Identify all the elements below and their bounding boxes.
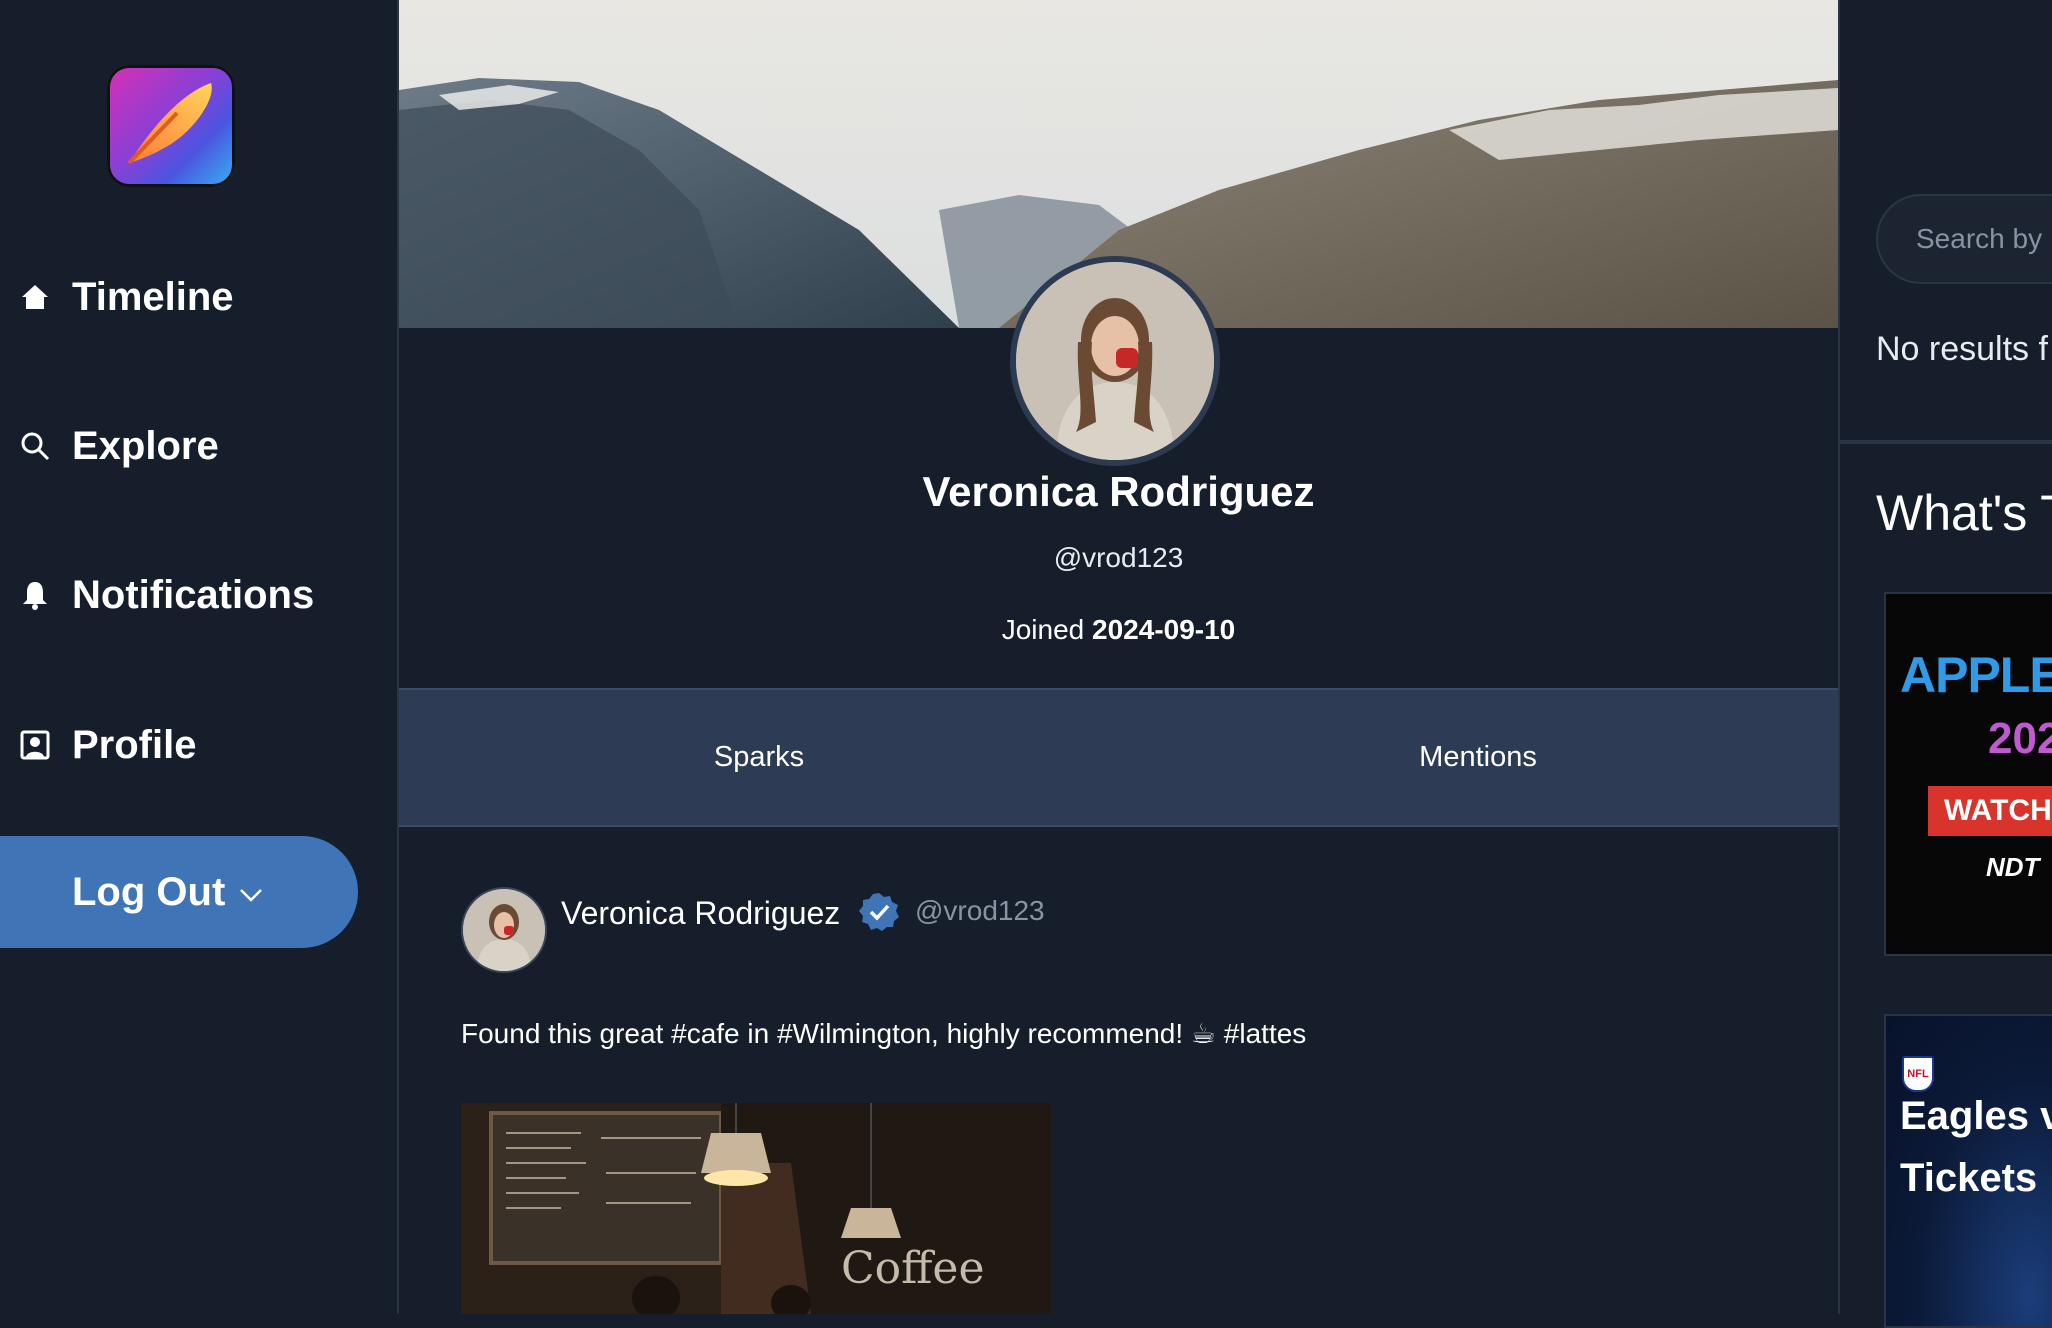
- nav-profile-label: Profile: [72, 722, 197, 767]
- logout-button[interactable]: Log Out: [0, 836, 358, 948]
- ad-card-apple[interactable]: APPLE 202 WATCH NDT: [1884, 592, 2052, 956]
- profile-name: Veronica Rodriguez: [922, 468, 1315, 515]
- main-column: Veronica Rodriguez @vrod123 Joined 2024-…: [399, 0, 1838, 1314]
- right-sidebar: No results f What's T APPLE 202 WATCH ND…: [1838, 0, 2052, 1328]
- divider: [1840, 440, 2052, 444]
- sidebar: Timeline Explore Notifications Profile L…: [0, 0, 399, 1314]
- nav-explore-label: Explore: [72, 423, 219, 468]
- ad-card-eagles[interactable]: NFL Eagles v Tickets: [1884, 1014, 2052, 1328]
- trending-title: What's T: [1876, 485, 2052, 541]
- ad-brand: NDT: [1986, 852, 2040, 882]
- nfl-shield-icon: NFL: [1902, 1056, 1934, 1092]
- feather-icon: [127, 83, 212, 165]
- ad-watch-button[interactable]: WATCH: [1928, 786, 2052, 836]
- home-icon: [18, 280, 52, 314]
- verified-badge-icon: [858, 891, 900, 938]
- joined-label: Joined: [1001, 614, 1085, 645]
- profile-handle: @vrod123: [1053, 542, 1184, 573]
- logout-label: Log Out: [72, 869, 226, 914]
- ad-title-line2: Tickets: [1900, 1156, 2038, 1200]
- bell-icon: [18, 578, 52, 612]
- profile-icon: [18, 728, 52, 762]
- profile-joined: Joined 2024-09-10: [399, 614, 1838, 646]
- joined-date: 2024-09-10: [1092, 614, 1236, 645]
- chevron-down-icon: [239, 888, 263, 907]
- search-input[interactable]: [1876, 194, 2052, 284]
- nav-timeline[interactable]: Timeline: [18, 257, 234, 337]
- profile-avatar[interactable]: [1010, 256, 1220, 466]
- post-author-name[interactable]: Veronica Rodriguez: [561, 895, 840, 932]
- nav-timeline-label: Timeline: [72, 274, 234, 319]
- tab-sparks[interactable]: Sparks: [399, 690, 1119, 825]
- ad-year: 202: [1988, 714, 2052, 763]
- nav-profile[interactable]: Profile: [18, 705, 196, 785]
- nav-notifications-label: Notifications: [72, 572, 315, 617]
- post-card: Veronica Rodriguez @vrod123 Found this g…: [399, 825, 1838, 1314]
- post-text: Found this great #cafe in #Wilmington, h…: [461, 1018, 1307, 1049]
- ad-title-line1: Eagles v: [1900, 1094, 2052, 1138]
- ad-headline: APPLE: [1900, 647, 2052, 703]
- nav-notifications[interactable]: Notifications: [18, 555, 314, 635]
- app-logo[interactable]: [107, 65, 235, 187]
- nav-explore[interactable]: Explore: [18, 406, 219, 486]
- search-icon: [18, 429, 52, 463]
- svg-text:Coffee: Coffee: [841, 1243, 985, 1294]
- tab-mentions[interactable]: Mentions: [1118, 690, 1838, 825]
- post-image[interactable]: Coffee: [461, 1103, 1051, 1314]
- post-author-avatar[interactable]: [461, 887, 547, 973]
- no-results-text: No results f: [1876, 330, 2048, 368]
- profile-tabs: Sparks Mentions: [399, 688, 1838, 827]
- post-author-handle[interactable]: @vrod123: [915, 895, 1045, 927]
